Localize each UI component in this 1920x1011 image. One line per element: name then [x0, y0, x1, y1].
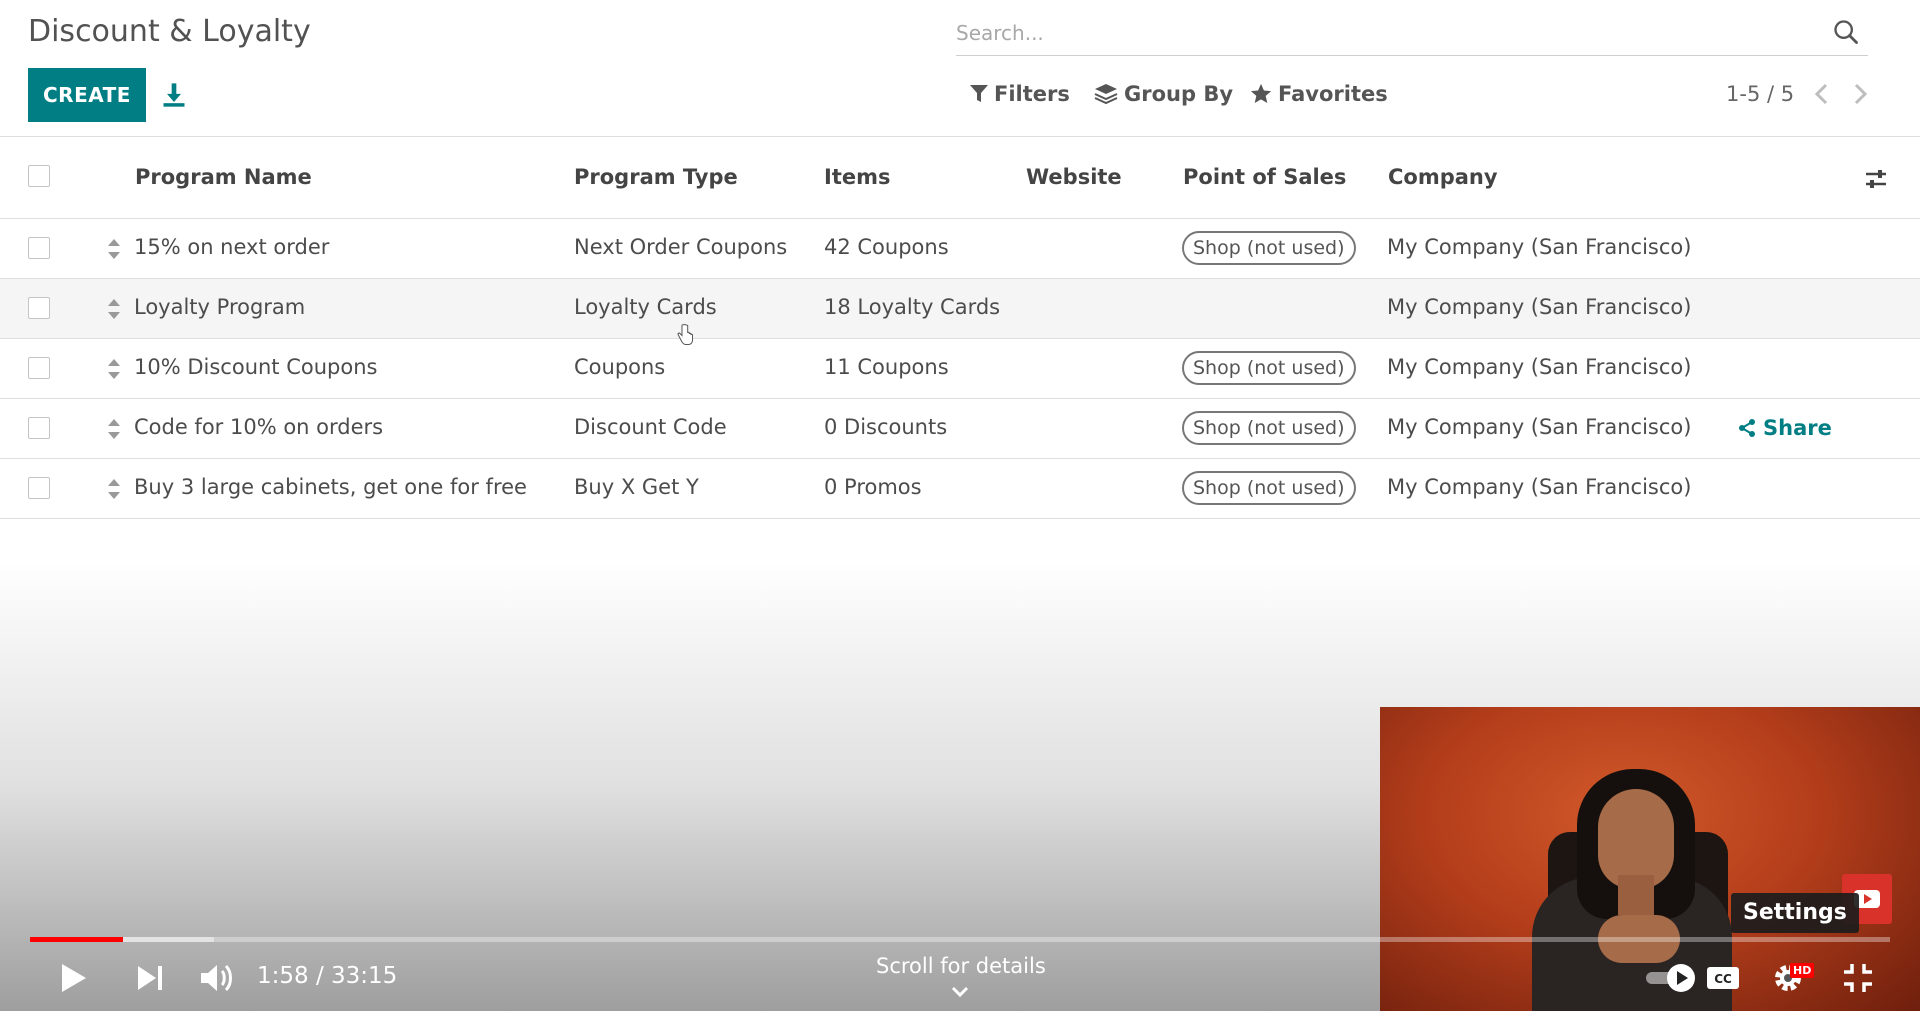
- share-label: Share: [1763, 416, 1832, 440]
- cell-program-type: Discount Code: [574, 415, 727, 439]
- row-checkbox[interactable]: [28, 237, 50, 259]
- column-program-type[interactable]: Program Type: [574, 165, 738, 189]
- cell-program-name: 10% Discount Coupons: [134, 355, 378, 379]
- search-bar: [956, 12, 1868, 56]
- table-row[interactable]: Buy 3 large cabinets, get one for free B…: [0, 459, 1920, 519]
- cell-program-name: 15% on next order: [134, 235, 330, 259]
- row-checkbox[interactable]: [28, 297, 50, 319]
- column-website[interactable]: Website: [1026, 165, 1122, 189]
- cell-items: 0 Promos: [824, 475, 922, 499]
- filters-label: Filters: [994, 82, 1070, 106]
- next-icon[interactable]: [130, 958, 170, 998]
- favorites-label: Favorites: [1278, 82, 1388, 106]
- cell-company: My Company (San Francisco): [1387, 235, 1692, 259]
- layers-icon: [1094, 84, 1118, 105]
- column-items[interactable]: Items: [824, 165, 890, 189]
- chevron-down-icon[interactable]: [950, 984, 970, 1000]
- cell-program-name: Buy 3 large cabinets, get one for free: [134, 475, 527, 499]
- exit-fullscreen-icon[interactable]: [1838, 958, 1878, 998]
- table-row[interactable]: Loyalty Program Loyalty Cards 18 Loyalty…: [0, 279, 1920, 339]
- svg-text:CC: CC: [1714, 972, 1732, 986]
- share-button[interactable]: Share: [1737, 416, 1832, 440]
- column-point-of-sales[interactable]: Point of Sales: [1183, 165, 1346, 189]
- filters-button[interactable]: Filters: [970, 82, 1070, 106]
- hd-badge: HD: [1790, 963, 1815, 978]
- cell-items: 18 Loyalty Cards: [824, 295, 1001, 319]
- column-program-name[interactable]: Program Name: [135, 165, 312, 189]
- drag-handle-icon[interactable]: [106, 358, 122, 380]
- pos-tag: Shop (not used): [1182, 411, 1356, 445]
- cell-items: 0 Discounts: [824, 415, 948, 439]
- drag-handle-icon[interactable]: [106, 478, 122, 500]
- cell-company: My Company (San Francisco): [1387, 415, 1692, 439]
- create-button[interactable]: CREATE: [28, 68, 146, 122]
- row-checkbox[interactable]: [28, 357, 50, 379]
- pos-tag: Shop (not used): [1182, 471, 1356, 505]
- settings-tooltip: Settings: [1731, 893, 1859, 933]
- cell-items: 11 Coupons: [824, 355, 949, 379]
- cell-items: 42 Coupons: [824, 235, 949, 259]
- cell-program-type: Buy X Get Y: [574, 475, 699, 499]
- column-company[interactable]: Company: [1388, 165, 1498, 189]
- cell-company: My Company (San Francisco): [1387, 475, 1692, 499]
- time-display: 1:58 / 33:15: [257, 963, 398, 989]
- page-title: Discount & Loyalty: [28, 14, 311, 49]
- share-icon: [1739, 419, 1755, 437]
- drag-handle-icon[interactable]: [106, 238, 122, 260]
- row-checkbox[interactable]: [28, 417, 50, 439]
- volume-icon[interactable]: [196, 958, 236, 998]
- cell-program-name: Loyalty Program: [134, 295, 306, 319]
- chevron-right-icon[interactable]: [1850, 82, 1870, 106]
- cell-program-type: Next Order Coupons: [574, 235, 788, 259]
- select-all-checkbox[interactable]: [28, 165, 50, 187]
- search-icon[interactable]: [1832, 18, 1860, 46]
- closed-captions-icon[interactable]: CC: [1703, 958, 1743, 998]
- scroll-for-details[interactable]: Scroll for details: [876, 954, 1046, 978]
- list-header: Program Name Program Type Items Website …: [0, 137, 1920, 219]
- cell-program-name: Code for 10% on orders: [134, 415, 384, 439]
- drag-handle-icon[interactable]: [106, 418, 122, 440]
- row-checkbox[interactable]: [28, 477, 50, 499]
- star-icon: [1250, 83, 1272, 103]
- cell-company: My Company (San Francisco): [1387, 355, 1692, 379]
- chevron-left-icon[interactable]: [1812, 82, 1832, 106]
- optional-columns-icon[interactable]: [1864, 167, 1888, 191]
- cell-program-type: Loyalty Cards: [574, 295, 717, 319]
- progress-played: [30, 937, 123, 942]
- progress-bar[interactable]: [30, 937, 1890, 942]
- favorites-button[interactable]: Favorites: [1250, 82, 1388, 106]
- drag-handle-icon[interactable]: [106, 298, 122, 320]
- search-input[interactable]: [956, 12, 1816, 54]
- cell-program-type: Coupons: [574, 355, 666, 379]
- table-row[interactable]: 10% Discount Coupons Coupons 11 Coupons …: [0, 339, 1920, 399]
- table-row[interactable]: Code for 10% on orders Discount Code 0 D…: [0, 399, 1920, 459]
- cell-company: My Company (San Francisco): [1387, 295, 1692, 319]
- group-by-label: Group By: [1124, 82, 1234, 106]
- pos-tag: Shop (not used): [1182, 231, 1356, 265]
- pager-value[interactable]: 1-5 / 5: [1726, 82, 1794, 106]
- download-icon[interactable]: [160, 80, 188, 110]
- filter-icon: [970, 85, 988, 102]
- play-icon[interactable]: [52, 958, 92, 998]
- table-row[interactable]: 15% on next order Next Order Coupons 42 …: [0, 219, 1920, 279]
- pos-tag: Shop (not used): [1182, 351, 1356, 385]
- group-by-button[interactable]: Group By: [1094, 82, 1233, 106]
- hand-cursor-icon: [677, 324, 693, 345]
- autoplay-toggle-icon[interactable]: [1644, 958, 1698, 998]
